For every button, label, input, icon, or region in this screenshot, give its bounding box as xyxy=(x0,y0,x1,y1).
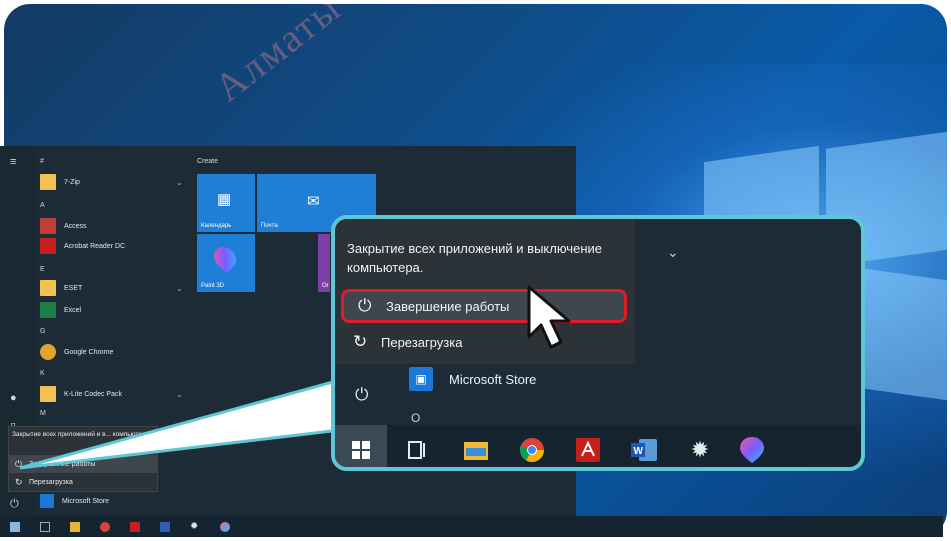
shutdown-tooltip: Закрытие всех приложений и в... компьюте… xyxy=(12,431,151,438)
restart-icon: ↻ xyxy=(15,476,23,487)
file-explorer-button[interactable] xyxy=(463,437,489,463)
task-view-icon[interactable] xyxy=(40,521,50,532)
folder-icon xyxy=(40,280,56,296)
power-icon[interactable]: ⏻ xyxy=(355,385,368,405)
task-view-button[interactable] xyxy=(405,437,431,463)
chrome-icon xyxy=(40,344,56,360)
chevron-down-icon[interactable]: ⌄ xyxy=(176,390,183,399)
restart-item[interactable]: ↻ Перезагрузка xyxy=(339,325,629,359)
windows-icon xyxy=(352,441,370,459)
taskbar: W ✹ xyxy=(335,425,861,467)
access-icon xyxy=(40,218,56,234)
section-letter[interactable]: M xyxy=(40,410,46,417)
acrobat-icon[interactable] xyxy=(130,521,140,532)
chevron-down-icon[interactable]: ⌄ xyxy=(667,244,679,261)
settings-icon[interactable]: ✹ xyxy=(190,521,200,532)
app-label: Excel xyxy=(64,306,82,314)
app-list-item[interactable]: Excel xyxy=(40,300,81,320)
calendar-icon: ▦ xyxy=(217,191,232,208)
acrobat-icon xyxy=(40,238,56,254)
start-button[interactable] xyxy=(335,425,387,467)
app-list-item-store[interactable]: Microsoft Store xyxy=(40,494,109,508)
tile-group-label: Create xyxy=(197,158,219,165)
excel-icon xyxy=(40,302,56,318)
store-icon: ▣ xyxy=(409,367,433,391)
shutdown-item[interactable]: ⏻ Завершение работы xyxy=(341,289,627,323)
section-letter[interactable]: K xyxy=(40,370,45,377)
tile-paint3d[interactable]: Paint 3D xyxy=(197,234,255,292)
acrobat-button[interactable] xyxy=(575,437,601,463)
tile-label: Почта xyxy=(261,223,278,229)
app-list-item[interactable]: Google Chrome xyxy=(40,342,113,362)
restart-item[interactable]: ↻ Перезагрузка xyxy=(9,473,157,491)
tile-label: Paint 3D xyxy=(201,283,225,289)
chevron-down-icon[interactable]: ⌄ xyxy=(176,178,183,187)
paint3d-icon[interactable] xyxy=(220,521,230,532)
app-list-item[interactable]: Acrobat Reader DC xyxy=(40,236,125,256)
section-letter[interactable]: E xyxy=(40,266,45,273)
menu-icon[interactable]: ≡ xyxy=(10,156,16,168)
paint3d-icon xyxy=(209,242,241,274)
restart-label: Перезагрузка xyxy=(381,334,463,350)
settings-icon[interactable]: ● xyxy=(10,392,17,404)
chrome-icon xyxy=(520,438,544,462)
app-label: 7-Zip xyxy=(64,178,80,186)
folder-icon xyxy=(40,386,56,402)
store-icon xyxy=(40,494,54,508)
mail-icon: ✉ xyxy=(307,193,320,210)
tile-label: Календарь xyxy=(201,223,232,229)
chevron-down-icon[interactable]: ⌄ xyxy=(176,284,183,293)
folder-icon xyxy=(40,174,56,190)
app-label: Access xyxy=(64,222,87,230)
app-list-item-store[interactable]: ▣ Microsoft Store xyxy=(409,367,536,391)
power-menu: Закрытие всех приложений и выключение ко… xyxy=(335,219,635,364)
shutdown-label: Завершение работы xyxy=(386,298,510,314)
app-label: Acrobat Reader DC xyxy=(64,242,126,250)
section-letter: O xyxy=(411,411,421,425)
task-view-icon xyxy=(408,441,425,459)
shutdown-item[interactable]: ⏻ Завершение работы xyxy=(9,455,157,473)
tile-label: Or xyxy=(322,283,329,289)
app-label: ESET xyxy=(64,284,83,292)
app-label: K-Lite Codec Pack xyxy=(64,390,122,398)
restart-label: Перезагрузка xyxy=(29,478,73,486)
watermark: Алматы xyxy=(205,4,350,111)
power-menu-small: Закрытие всех приложений и в... компьюте… xyxy=(8,426,158,492)
taskbar-small: ✹ xyxy=(0,516,943,537)
app-list-item[interactable]: ESET xyxy=(40,278,82,298)
file-explorer-icon xyxy=(464,442,488,460)
tile-office[interactable]: Or xyxy=(318,234,330,292)
section-letter[interactable]: A xyxy=(40,202,45,209)
word-icon[interactable] xyxy=(160,521,170,532)
app-label: Microsoft Store xyxy=(62,497,110,505)
app-list-item[interactable]: K-Lite Codec Pack xyxy=(40,384,122,404)
svg-text:W: W xyxy=(634,446,644,457)
file-explorer-icon[interactable] xyxy=(70,521,80,532)
app-label: Microsoft Store xyxy=(449,371,537,387)
word-button[interactable]: W xyxy=(631,437,657,463)
mouse-cursor xyxy=(527,285,571,349)
section-letter[interactable]: # xyxy=(40,158,44,165)
app-list-item[interactable]: Access xyxy=(40,216,87,236)
acrobat-icon xyxy=(576,438,600,462)
zoom-panel: Закрытие всех приложений и выключение ко… xyxy=(331,215,865,471)
settings-button[interactable]: ✹ xyxy=(687,437,713,463)
paint3d-button[interactable] xyxy=(739,437,765,463)
power-icon: ⏻ xyxy=(358,296,372,315)
chrome-icon[interactable] xyxy=(100,521,110,532)
shutdown-label: Завершение работы xyxy=(29,460,96,468)
shutdown-tooltip: Закрытие всех приложений и выключение ко… xyxy=(347,241,602,275)
power-icon[interactable]: ⏻ xyxy=(10,498,19,511)
power-icon: ⏻ xyxy=(15,458,23,469)
chrome-button[interactable] xyxy=(519,437,545,463)
app-list-item[interactable]: 7-Zip xyxy=(40,172,80,192)
settings-icon: ✹ xyxy=(690,437,710,462)
tile-calendar[interactable]: ▦ Календарь xyxy=(197,174,255,232)
paint3d-icon xyxy=(740,437,764,463)
word-icon: W xyxy=(631,439,657,461)
windows-icon[interactable] xyxy=(10,521,20,532)
app-label: Google Chrome xyxy=(64,348,114,356)
section-letter[interactable]: G xyxy=(40,328,45,335)
restart-icon: ↻ xyxy=(353,332,368,351)
